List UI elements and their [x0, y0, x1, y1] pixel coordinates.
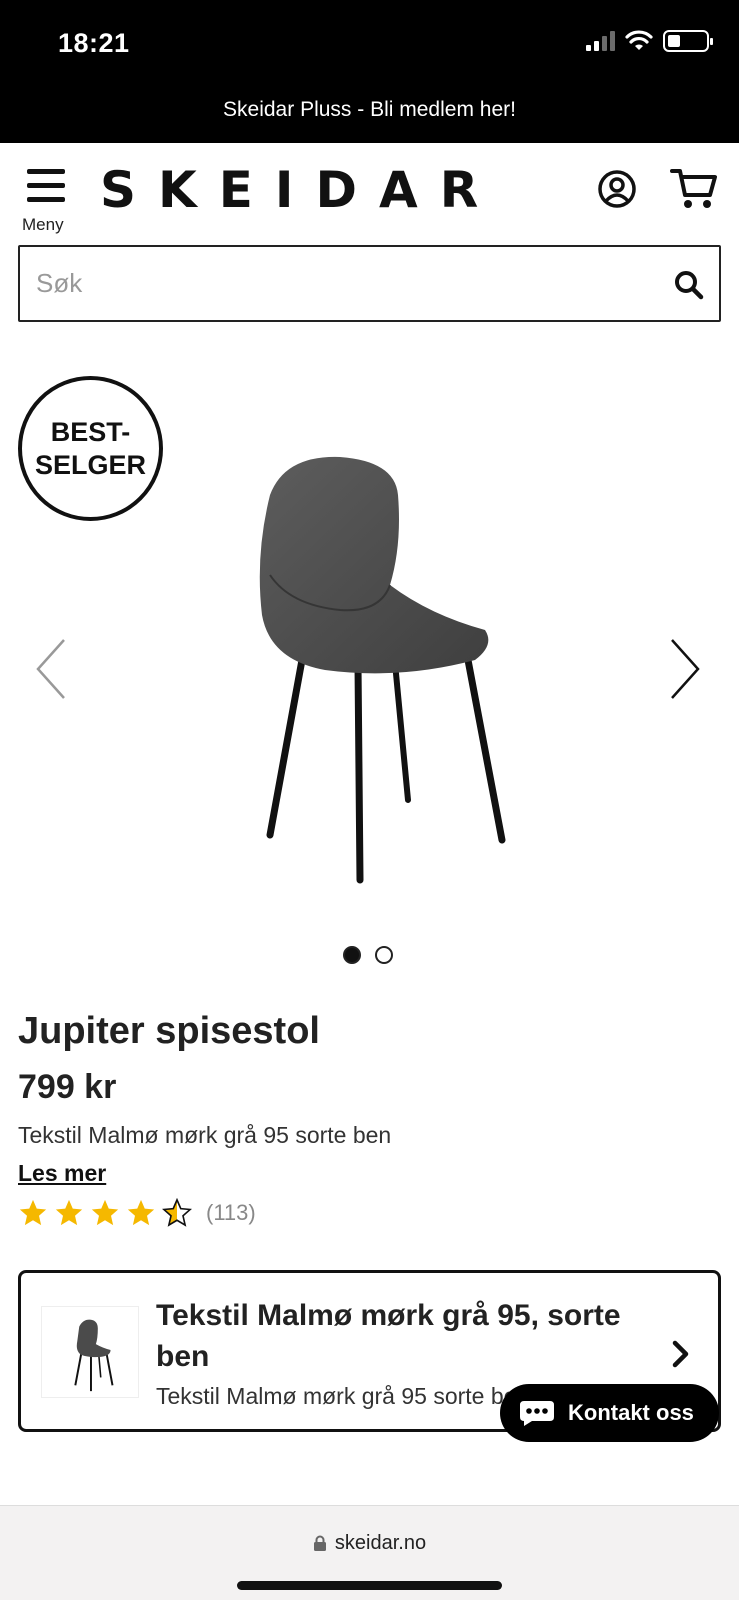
- browser-address-bar[interactable]: skeidar.no: [0, 1505, 739, 1600]
- variant-title: Tekstil Malmø mørk grå 95, sorte ben: [156, 1299, 621, 1373]
- cellular-signal-icon: [586, 31, 615, 51]
- chevron-right-icon: [672, 1340, 689, 1368]
- product-price: 799 kr: [18, 1068, 117, 1106]
- bestseller-badge: BEST- SELGER: [18, 376, 163, 521]
- gallery-dot-1[interactable]: [343, 946, 361, 964]
- product-rating[interactable]: (113): [18, 1198, 256, 1228]
- product-image[interactable]: [230, 455, 520, 885]
- contact-chat-button[interactable]: Kontakt oss: [500, 1384, 719, 1442]
- top-banner: 18:21 Skeidar Pluss - Bli medlem her!: [0, 0, 739, 143]
- product-variant: Tekstil Malmø mørk grå 95 sorte ben: [18, 1122, 392, 1148]
- star-icon: [55, 1199, 83, 1226]
- badge-line-2: SELGER: [34, 449, 147, 480]
- lock-icon: [313, 1535, 326, 1551]
- site-header: Meny SKEIDAR: [0, 143, 739, 243]
- previous-image-arrow[interactable]: [30, 636, 70, 702]
- status-time: 18:21: [58, 28, 130, 58]
- gallery-dot-2[interactable]: [375, 946, 393, 964]
- variant-subtitle: Tekstil Malmø mørk grå 95 sorte ben: [156, 1383, 516, 1409]
- star-icon: [91, 1199, 119, 1226]
- search-icon[interactable]: [673, 269, 705, 301]
- half-star-icon: [162, 1198, 192, 1227]
- battery-icon: [663, 30, 713, 52]
- search-input[interactable]: [36, 247, 636, 320]
- variant-thumbnail: [41, 1306, 139, 1398]
- url-display[interactable]: skeidar.no: [0, 1532, 739, 1555]
- star-icon: [127, 1199, 155, 1226]
- promo-banner-link[interactable]: Skeidar Pluss - Bli medlem her!: [0, 98, 739, 122]
- site-logo[interactable]: SKEIDAR: [100, 161, 500, 219]
- account-icon[interactable]: [597, 169, 637, 209]
- url-text: skeidar.no: [334, 1532, 427, 1554]
- menu-label[interactable]: Meny: [22, 215, 64, 235]
- gallery-pagination: [343, 946, 393, 964]
- chat-label: Kontakt oss: [568, 1400, 694, 1425]
- next-image-arrow[interactable]: [666, 636, 706, 702]
- search-box: [18, 245, 721, 322]
- read-more-link[interactable]: Les mer: [18, 1160, 106, 1187]
- star-icon: [19, 1199, 47, 1226]
- chat-bubble-icon: [520, 1401, 554, 1426]
- cart-icon[interactable]: [670, 167, 718, 211]
- badge-line-1: BEST-: [50, 416, 131, 447]
- home-indicator[interactable]: [237, 1581, 502, 1590]
- product-title: Jupiter spisestol: [18, 1010, 320, 1052]
- review-count[interactable]: (113): [206, 1200, 256, 1226]
- wifi-icon: [625, 30, 653, 50]
- status-icons: [586, 30, 713, 52]
